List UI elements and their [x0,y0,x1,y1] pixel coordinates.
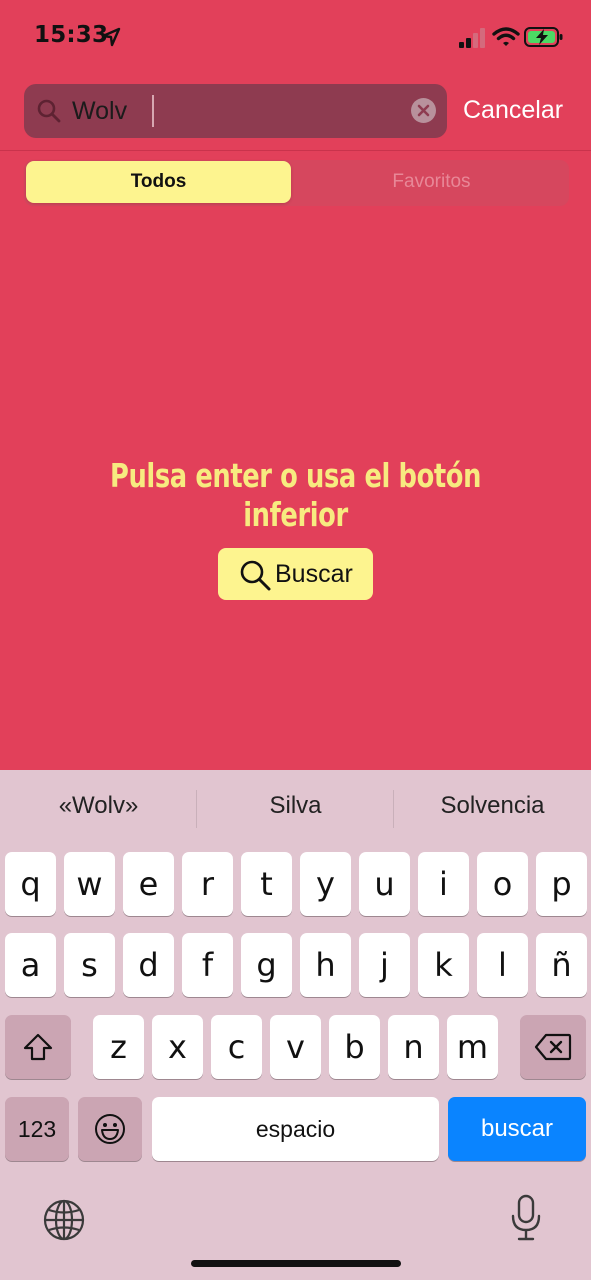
key-v[interactable]: v [270,1015,321,1079]
filter-segmented-control: Todos Favoritos [24,160,569,206]
microphone-icon[interactable] [508,1194,544,1242]
search-input[interactable]: Wolv [72,96,127,126]
key-q[interactable]: q [5,852,56,916]
screen: 15:33 Wolv Cancelar Todos Favoritos Puls… [0,0,591,1280]
emoji-icon [95,1114,125,1144]
header-divider [0,150,591,151]
key-i[interactable]: i [418,852,469,916]
search-hint-text: Pulsa enter o usa el botón inferior [109,456,482,534]
key-l[interactable]: l [477,933,528,997]
search-button-label: Buscar [275,560,353,588]
key-a[interactable]: a [5,933,56,997]
key-p[interactable]: p [536,852,587,916]
shift-icon [23,1033,53,1061]
key-n[interactable]: n [388,1015,439,1079]
status-time: 15:33 [34,22,109,48]
key-s[interactable]: s [64,933,115,997]
space-key[interactable]: espacio [152,1097,439,1161]
backspace-icon [534,1033,572,1061]
key-u[interactable]: u [359,852,410,916]
key-e[interactable]: e [123,852,174,916]
key-d[interactable]: d [123,933,174,997]
key-j[interactable]: j [359,933,410,997]
key-c[interactable]: c [211,1015,262,1079]
key-k[interactable]: k [418,933,469,997]
key-o[interactable]: o [477,852,528,916]
search-icon [37,99,61,123]
shift-key[interactable] [5,1015,71,1079]
backspace-key[interactable] [520,1015,586,1079]
battery-charging-icon [524,27,563,47]
cellular-signal-icon [459,28,485,48]
key-t[interactable]: t [241,852,292,916]
suggestion-2[interactable]: Silva [197,792,394,826]
key-w[interactable]: w [64,852,115,916]
keyboard: «Wolv» Silva Solvencia q w e r t y u i o… [0,770,591,1280]
location-arrow-icon [101,27,121,47]
cancel-button[interactable]: Cancelar [463,95,563,125]
home-indicator [191,1260,401,1267]
status-bar: 15:33 [0,0,591,74]
segment-favorites[interactable]: Favoritos [296,161,567,203]
magnifier-icon [240,560,271,591]
suggestion-3[interactable]: Solvencia [394,792,591,826]
key-g[interactable]: g [241,933,292,997]
key-m[interactable]: m [447,1015,498,1079]
key-z[interactable]: z [93,1015,144,1079]
key-n-tilde[interactable]: ñ [536,933,587,997]
numbers-key[interactable]: 123 [5,1097,69,1161]
suggestion-1[interactable]: «Wolv» [0,792,197,826]
key-x[interactable]: x [152,1015,203,1079]
text-cursor [152,95,154,127]
clear-search-icon[interactable] [410,97,437,124]
globe-icon[interactable] [42,1198,86,1242]
emoji-key[interactable] [78,1097,142,1161]
key-b[interactable]: b [329,1015,380,1079]
key-y[interactable]: y [300,852,351,916]
wifi-icon [492,27,520,46]
search-go-key[interactable]: buscar [448,1097,586,1161]
search-field[interactable]: Wolv [24,84,447,138]
segment-all[interactable]: Todos [26,161,291,203]
key-f[interactable]: f [182,933,233,997]
search-button[interactable]: Buscar [218,548,373,600]
key-h[interactable]: h [300,933,351,997]
key-r[interactable]: r [182,852,233,916]
